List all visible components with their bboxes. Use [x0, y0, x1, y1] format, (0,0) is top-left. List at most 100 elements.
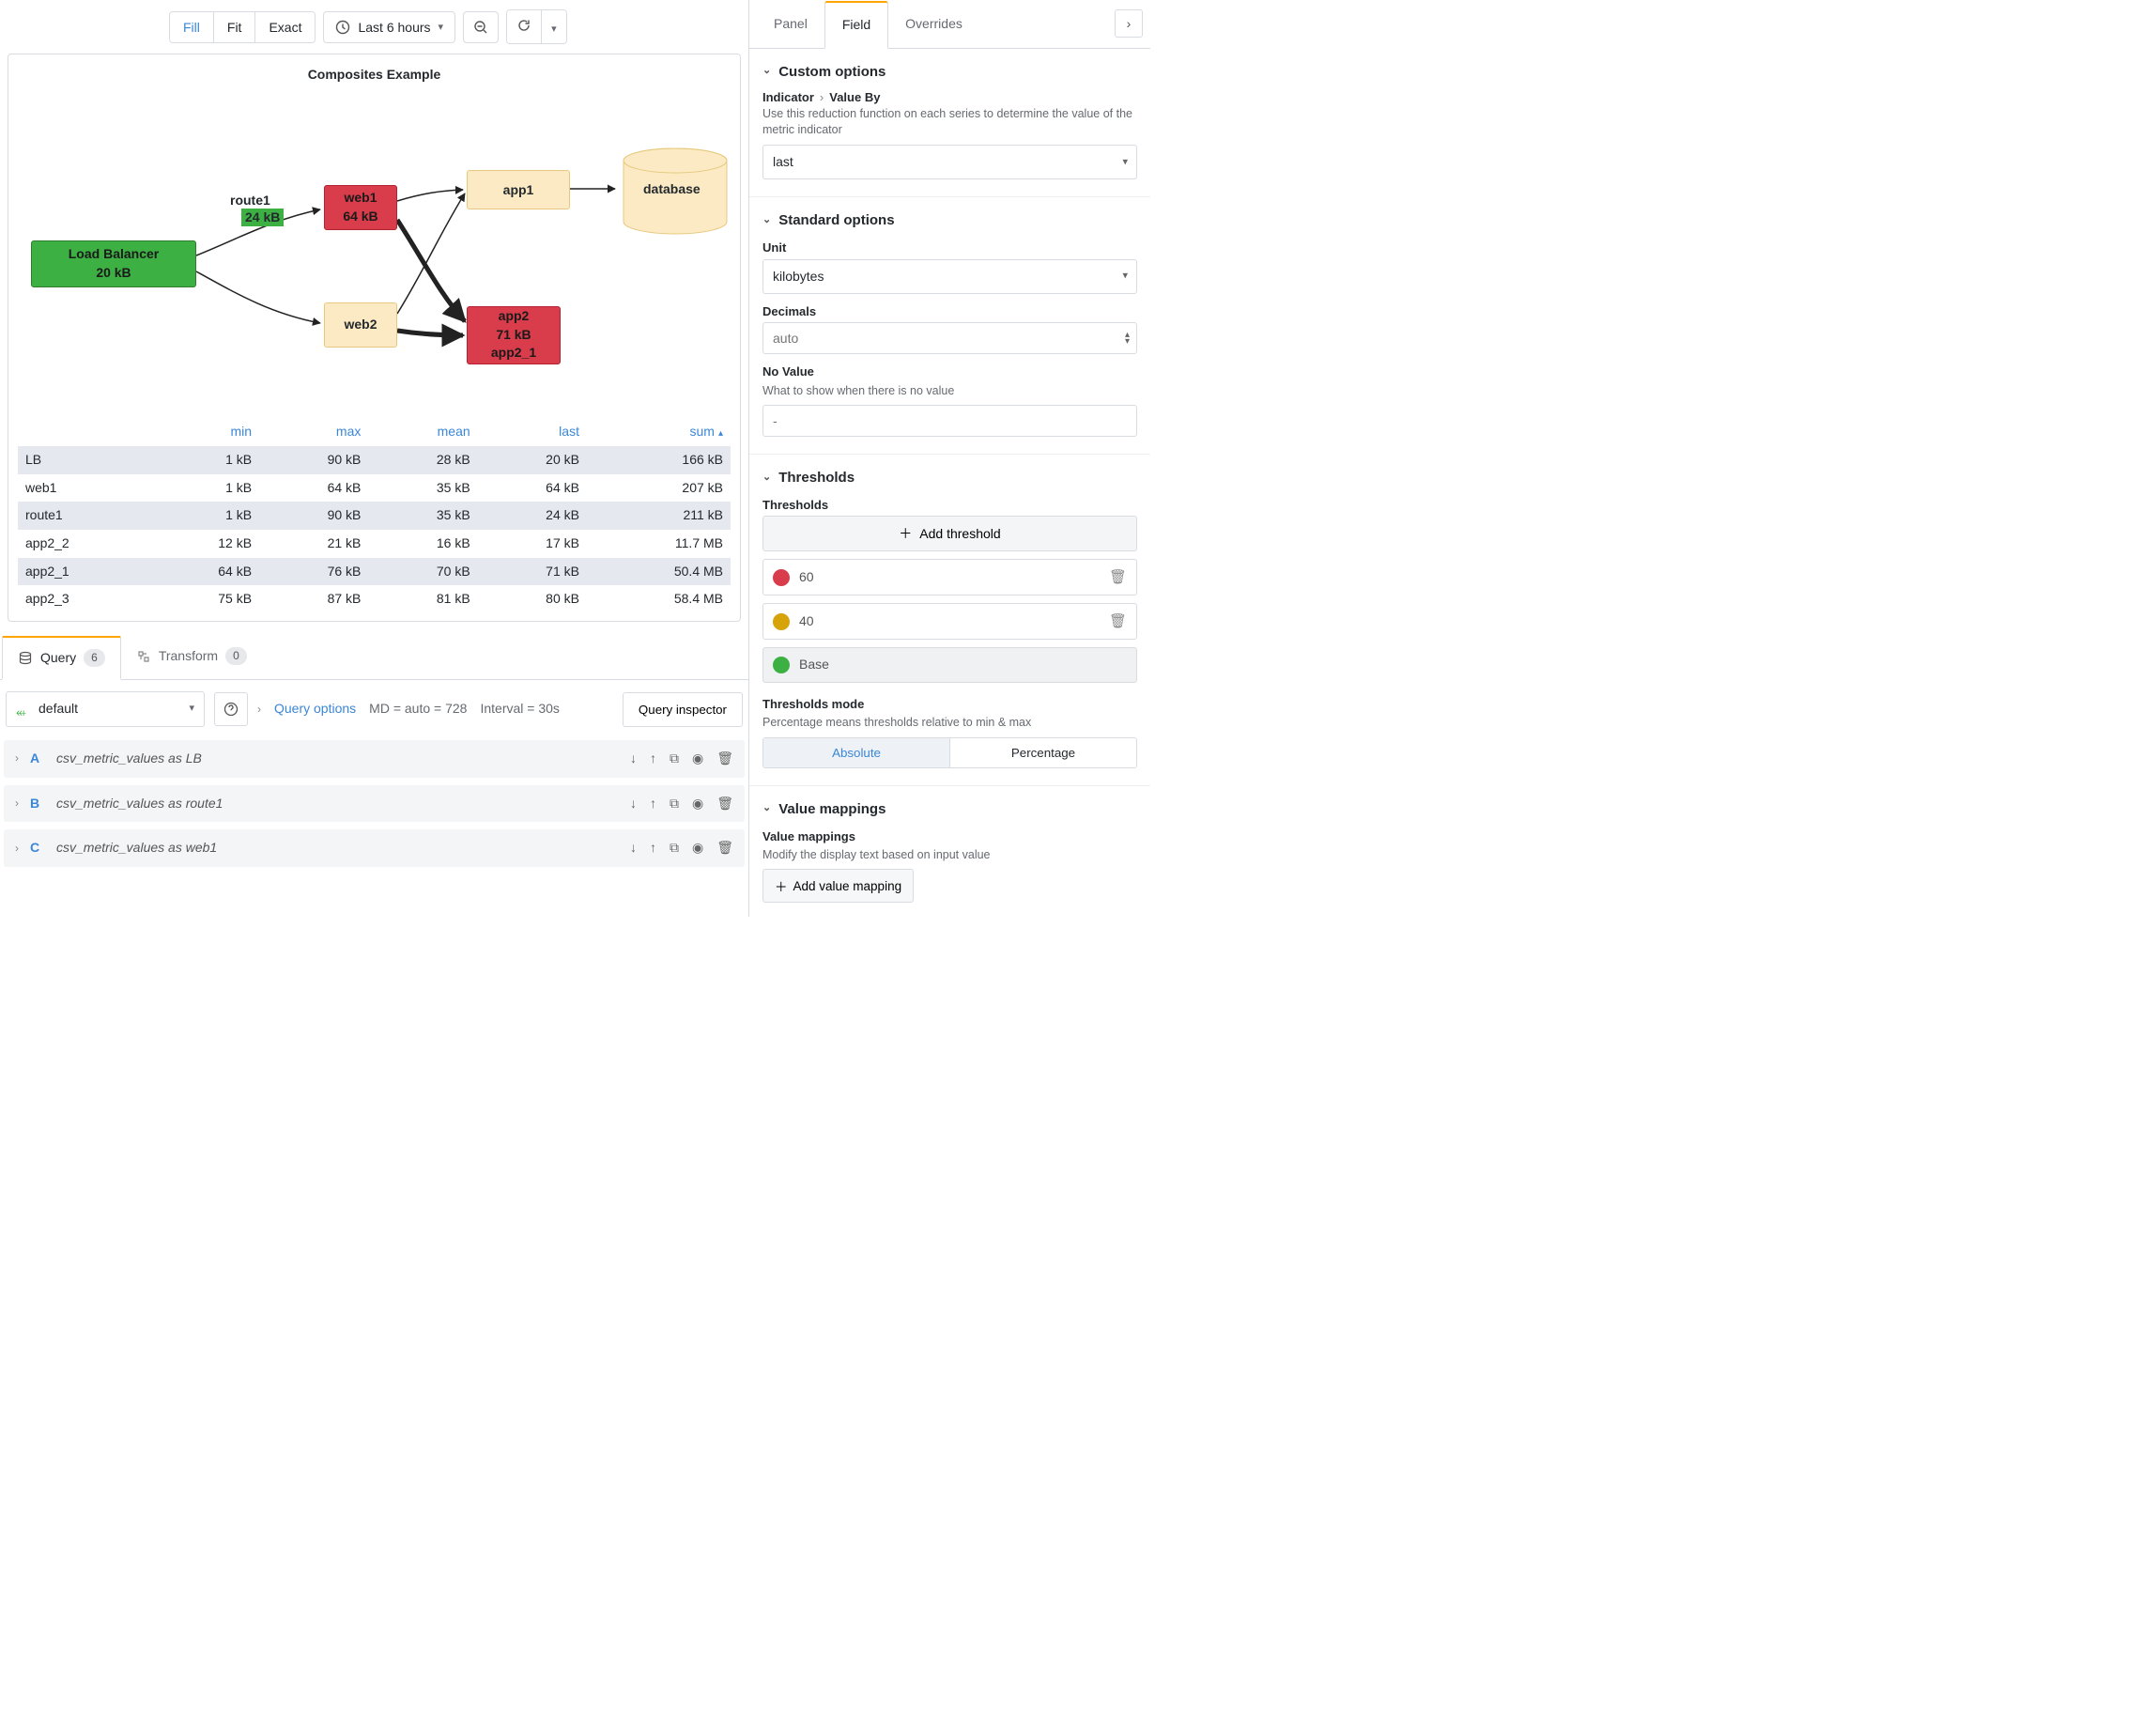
- threshold-value[interactable]: 60: [799, 568, 1100, 587]
- thresholds-sub: Thresholds: [762, 497, 1137, 514]
- tab-field[interactable]: Field: [824, 1, 888, 49]
- node-app1[interactable]: app1: [467, 170, 570, 209]
- table-row[interactable]: app2_164 kB76 kB70 kB71 kB50.4 MB: [18, 558, 731, 586]
- fit-mode-group: Fill Fit Exact: [169, 11, 316, 43]
- threshold-color-swatch[interactable]: [773, 613, 790, 630]
- table-row[interactable]: LB1 kB90 kB28 kB20 kB166 kB: [18, 446, 731, 474]
- table-cell: 35 kB: [368, 474, 477, 503]
- query-ref[interactable]: A: [30, 750, 45, 768]
- toggle-visibility-button[interactable]: ◉: [692, 750, 703, 768]
- datasource-help-button[interactable]: [214, 692, 248, 726]
- panel-title: Composites Example: [18, 66, 731, 85]
- duplicate-button[interactable]: ⧉: [670, 750, 679, 768]
- zoom-out-button[interactable]: [463, 11, 499, 43]
- table-row[interactable]: web11 kB64 kB35 kB64 kB207 kB: [18, 474, 731, 503]
- th-last[interactable]: last: [478, 417, 587, 447]
- table-cell: 1 kB: [150, 446, 259, 474]
- help-icon: [223, 702, 239, 717]
- query-options[interactable]: › Query options MD = auto = 728 Interval…: [257, 700, 560, 719]
- datasource-picker[interactable]: default ▾: [6, 691, 205, 727]
- threshold-color-swatch[interactable]: [773, 657, 790, 673]
- diagram-canvas[interactable]: Load Balancer 20 kB route1 24 kB web1 64…: [18, 98, 731, 408]
- delete-query-button[interactable]: 🗑: [716, 795, 733, 813]
- table-row[interactable]: route11 kB90 kB35 kB24 kB211 kB: [18, 502, 731, 530]
- add-mapping-label: Add value mapping: [793, 879, 902, 893]
- th-mean[interactable]: mean: [368, 417, 477, 447]
- tab-transform[interactable]: Transform 0: [121, 635, 262, 680]
- section-toggle[interactable]: ⌄ Thresholds: [762, 468, 1137, 487]
- table-row[interactable]: app2_212 kB21 kB16 kB17 kB11.7 MB: [18, 530, 731, 558]
- delete-threshold-button[interactable]: 🗑: [1109, 611, 1127, 631]
- node-app2[interactable]: app2 71 kB app2_1: [467, 306, 561, 364]
- refresh-button[interactable]: [507, 10, 542, 43]
- tab-label: Query: [40, 649, 76, 668]
- novalue-input[interactable]: [762, 405, 1137, 437]
- expand-query-toggle[interactable]: ›: [15, 750, 19, 766]
- delete-query-button[interactable]: 🗑: [716, 750, 733, 768]
- section-toggle[interactable]: ⌄ Custom options: [762, 62, 1137, 82]
- toggle-visibility-button[interactable]: ◉: [692, 795, 703, 813]
- threshold-color-swatch[interactable]: [773, 569, 790, 586]
- value-by-select[interactable]: last: [762, 145, 1137, 180]
- query-inspector-button[interactable]: Query inspector: [623, 692, 743, 727]
- node-extra: app2_1: [491, 344, 536, 363]
- table-cell: 64 kB: [478, 474, 587, 503]
- decimals-input[interactable]: [762, 322, 1137, 354]
- move-up-button[interactable]: ↑: [650, 795, 656, 813]
- section-custom-options: ⌄ Custom options Indicator›Value By Use …: [749, 49, 1150, 198]
- refresh-icon: [516, 18, 531, 33]
- expand-query-toggle[interactable]: ›: [15, 796, 19, 812]
- delete-query-button[interactable]: 🗑: [716, 839, 733, 858]
- th-sum[interactable]: sum▴: [587, 417, 731, 447]
- add-value-mapping-button[interactable]: ＋ Add value mapping: [762, 869, 914, 903]
- chevron-right-icon: ›: [257, 702, 261, 718]
- table-row[interactable]: app2_375 kB87 kB81 kB80 kB58.4 MB: [18, 585, 731, 613]
- node-load-balancer[interactable]: Load Balancer 20 kB: [31, 240, 196, 287]
- add-threshold-button[interactable]: ＋ Add threshold: [762, 516, 1137, 551]
- tab-panel[interactable]: Panel: [757, 2, 824, 47]
- section-title: Standard options: [778, 210, 894, 230]
- mappings-sub: Value mappings: [762, 828, 1137, 845]
- thresholds-mode-desc: Percentage means thresholds relative to …: [762, 715, 1137, 732]
- move-down-button[interactable]: ↓: [630, 750, 637, 768]
- table-cell: 16 kB: [368, 530, 477, 558]
- panel-preview: Composites Example: [8, 54, 741, 622]
- unit-select[interactable]: kilobytes: [762, 259, 1137, 295]
- query-ref[interactable]: B: [30, 795, 45, 813]
- query-options-interval: Interval = 30s: [480, 700, 559, 719]
- query-ref[interactable]: C: [30, 839, 45, 858]
- duplicate-button[interactable]: ⧉: [670, 795, 679, 813]
- chevron-down-icon: ⌄: [762, 64, 771, 78]
- fit-fill[interactable]: Fill: [170, 12, 214, 42]
- th-name[interactable]: [18, 417, 150, 447]
- delete-threshold-button[interactable]: 🗑: [1109, 567, 1127, 587]
- move-up-button[interactable]: ↑: [650, 839, 656, 858]
- toggle-visibility-button[interactable]: ◉: [692, 839, 703, 858]
- th-max[interactable]: max: [259, 417, 368, 447]
- table-cell: 71 kB: [478, 558, 587, 586]
- table-cell: 90 kB: [259, 446, 368, 474]
- tab-overrides[interactable]: Overrides: [888, 2, 979, 47]
- node-web2[interactable]: web2: [324, 302, 397, 348]
- move-up-button[interactable]: ↑: [650, 750, 656, 768]
- th-min[interactable]: min: [150, 417, 259, 447]
- node-web1[interactable]: web1 64 kB: [324, 185, 397, 230]
- time-range-label: Last 6 hours: [358, 20, 430, 35]
- threshold-value[interactable]: 40: [799, 612, 1100, 631]
- collapse-side-button[interactable]: ›: [1115, 9, 1143, 38]
- tab-query[interactable]: Query 6: [2, 636, 121, 681]
- chevron-down-icon: ⌄: [762, 471, 771, 485]
- section-toggle[interactable]: ⌄ Value mappings: [762, 799, 1137, 819]
- mode-percentage[interactable]: Percentage: [950, 738, 1136, 767]
- time-range-picker[interactable]: Last 6 hours ▾: [323, 11, 455, 43]
- duplicate-button[interactable]: ⧉: [670, 839, 679, 858]
- move-down-button[interactable]: ↓: [630, 839, 637, 858]
- mode-absolute[interactable]: Absolute: [763, 738, 950, 767]
- fit-exact[interactable]: Exact: [255, 12, 315, 42]
- fit-fit[interactable]: Fit: [214, 12, 256, 42]
- clock-icon: [335, 20, 350, 35]
- refresh-interval-button[interactable]: ▾: [542, 10, 566, 43]
- expand-query-toggle[interactable]: ›: [15, 841, 19, 857]
- section-toggle[interactable]: ⌄ Standard options: [762, 210, 1137, 230]
- move-down-button[interactable]: ↓: [630, 795, 637, 813]
